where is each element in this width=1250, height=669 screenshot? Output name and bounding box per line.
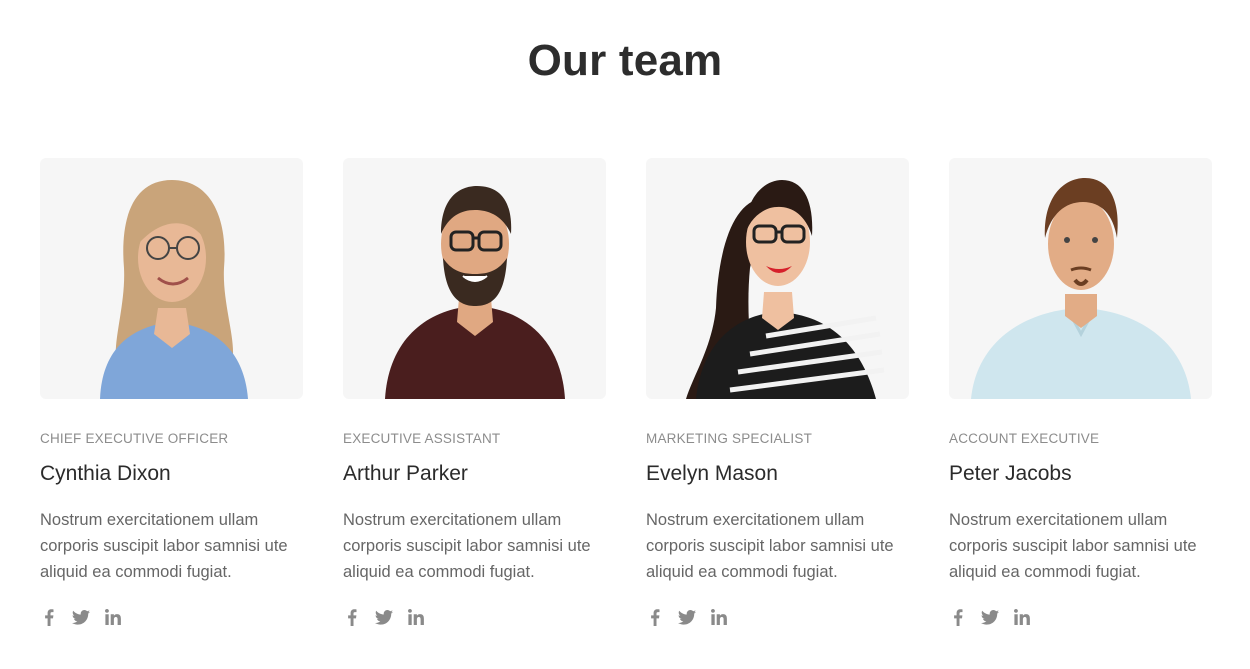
member-role: CHIEF EXECUTIVE OFFICER <box>40 431 229 446</box>
member-photo <box>646 158 909 399</box>
linkedin-icon[interactable] <box>710 608 728 626</box>
team-grid: CHIEF EXECUTIVE OFFICER Cynthia Dixon No… <box>40 158 1212 627</box>
section-title: Our team <box>527 36 723 85</box>
member-name: Cynthia Dixon <box>40 462 171 485</box>
facebook-icon[interactable] <box>646 608 664 626</box>
member-role: EXECUTIVE ASSISTANT <box>343 431 501 446</box>
linkedin-icon[interactable] <box>1013 608 1031 626</box>
twitter-icon[interactable] <box>375 608 393 626</box>
member-bio: Nostrum exercitationem ullam corporis su… <box>949 511 1197 581</box>
member-bio: Nostrum exercitationem ullam corporis su… <box>343 511 591 581</box>
member-photo <box>343 158 606 399</box>
social-links <box>40 607 303 627</box>
team-card: MARKETING SPECIALIST Evelyn Mason Nostru… <box>646 158 909 627</box>
member-role: MARKETING SPECIALIST <box>646 431 813 446</box>
facebook-icon[interactable] <box>949 608 967 626</box>
member-photo <box>949 158 1212 399</box>
facebook-icon[interactable] <box>343 608 361 626</box>
member-bio: Nostrum exercitationem ullam corporis su… <box>40 511 288 581</box>
member-bio: Nostrum exercitationem ullam corporis su… <box>646 511 894 581</box>
linkedin-icon[interactable] <box>104 608 122 626</box>
member-role: ACCOUNT EXECUTIVE <box>949 431 1100 446</box>
member-name: Evelyn Mason <box>646 462 778 485</box>
linkedin-icon[interactable] <box>407 608 425 626</box>
social-links <box>949 607 1212 627</box>
twitter-icon[interactable] <box>678 608 696 626</box>
member-name: Arthur Parker <box>343 462 468 485</box>
social-links <box>646 607 909 627</box>
team-card: ACCOUNT EXECUTIVE Peter Jacobs Nostrum e… <box>949 158 1212 627</box>
social-links <box>343 607 606 627</box>
twitter-icon[interactable] <box>72 608 90 626</box>
facebook-icon[interactable] <box>40 608 58 626</box>
member-photo <box>40 158 303 399</box>
team-card: CHIEF EXECUTIVE OFFICER Cynthia Dixon No… <box>40 158 303 627</box>
team-card: EXECUTIVE ASSISTANT Arthur Parker Nostru… <box>343 158 606 627</box>
member-name: Peter Jacobs <box>949 462 1072 485</box>
twitter-icon[interactable] <box>981 608 999 626</box>
